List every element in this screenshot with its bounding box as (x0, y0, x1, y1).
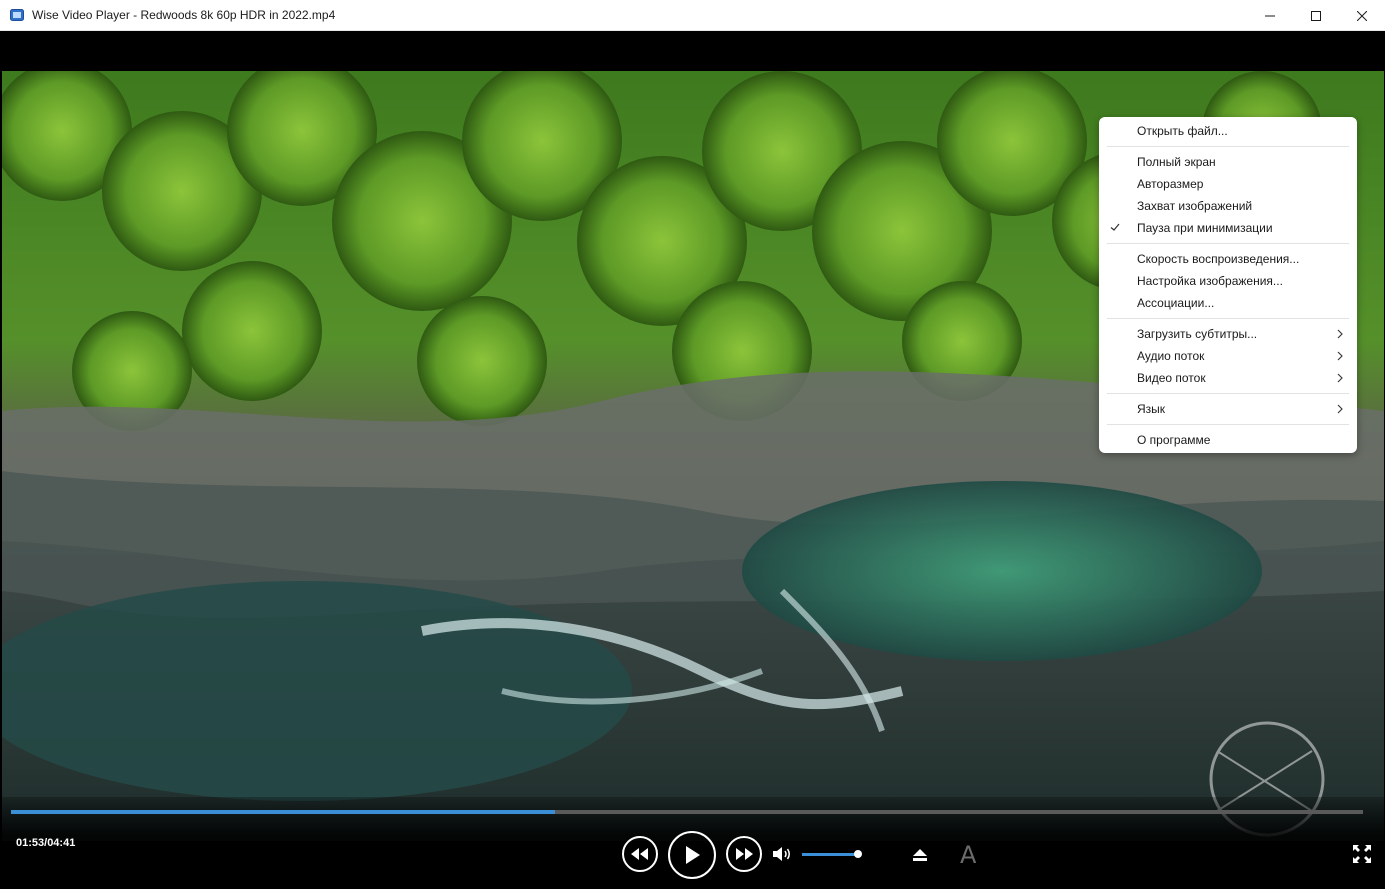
menu-item-image-settings[interactable]: Настройка изображения... (1099, 270, 1357, 292)
maximize-button[interactable] (1293, 0, 1339, 31)
volume-slider-fill (802, 853, 858, 856)
title-bar[interactable]: Wise Video Player - Redwoods 8k 60p HDR … (0, 0, 1385, 31)
video-area[interactable]: Открыть файл... Полный экран Авторазмер … (0, 31, 1385, 889)
volume-slider-knob[interactable] (854, 850, 862, 858)
rewind-icon (631, 848, 648, 860)
player-controls: 01:53/04:41 A (0, 797, 1385, 889)
fullscreen-icon (1353, 845, 1371, 863)
fast-forward-icon (736, 848, 753, 860)
app-window: Wise Video Player - Redwoods 8k 60p HDR … (0, 0, 1385, 889)
minimize-button[interactable] (1247, 0, 1293, 31)
maximize-icon (1311, 10, 1321, 21)
menu-separator (1107, 243, 1349, 244)
rewind-button[interactable] (622, 836, 658, 872)
seek-bar[interactable] (11, 810, 1363, 814)
close-icon (1357, 10, 1367, 21)
window-controls (1247, 0, 1385, 31)
menu-item-load-subtitles[interactable]: Загрузить субтитры... (1099, 323, 1357, 345)
checkmark-icon (1110, 223, 1120, 231)
menu-item-capture[interactable]: Захват изображений (1099, 195, 1357, 217)
menu-separator (1107, 393, 1349, 394)
close-button[interactable] (1339, 0, 1385, 31)
subtitle-button[interactable]: A (960, 841, 976, 869)
menu-item-open-file[interactable]: Открыть файл... (1099, 120, 1357, 142)
menu-item-autosize[interactable]: Авторазмер (1099, 173, 1357, 195)
chevron-right-icon (1337, 329, 1343, 339)
eject-button[interactable] (912, 848, 928, 862)
chevron-right-icon (1337, 404, 1343, 414)
volume-slider[interactable] (802, 850, 862, 858)
fullscreen-button[interactable] (1352, 844, 1372, 864)
menu-item-playback-speed[interactable]: Скорость воспроизведения... (1099, 248, 1357, 270)
volume-button[interactable] (772, 846, 792, 862)
app-logo-icon (10, 8, 24, 22)
seek-bar-fill (11, 810, 555, 814)
menu-item-video-stream[interactable]: Видео поток (1099, 367, 1357, 389)
menu-item-pause-on-minimize[interactable]: Пауза при минимизации (1099, 217, 1357, 239)
menu-separator (1107, 318, 1349, 319)
menu-item-audio-stream[interactable]: Аудио поток (1099, 345, 1357, 367)
menu-item-about[interactable]: О программе (1099, 429, 1357, 451)
context-menu: Открыть файл... Полный экран Авторазмер … (1099, 117, 1357, 453)
speaker-icon (773, 847, 790, 861)
menu-item-associations[interactable]: Ассоциации... (1099, 292, 1357, 314)
menu-item-fullscreen[interactable]: Полный экран (1099, 151, 1357, 173)
fast-forward-button[interactable] (726, 836, 762, 872)
chevron-right-icon (1337, 373, 1343, 383)
play-button[interactable] (668, 831, 716, 879)
menu-separator (1107, 424, 1349, 425)
menu-separator (1107, 146, 1349, 147)
time-display: 01:53/04:41 (16, 837, 76, 849)
window-title: Wise Video Player - Redwoods 8k 60p HDR … (32, 8, 336, 22)
menu-item-language[interactable]: Язык (1099, 398, 1357, 420)
chevron-right-icon (1337, 351, 1343, 361)
eject-icon (913, 849, 927, 861)
play-icon (686, 846, 700, 864)
minimize-icon (1265, 15, 1275, 16)
